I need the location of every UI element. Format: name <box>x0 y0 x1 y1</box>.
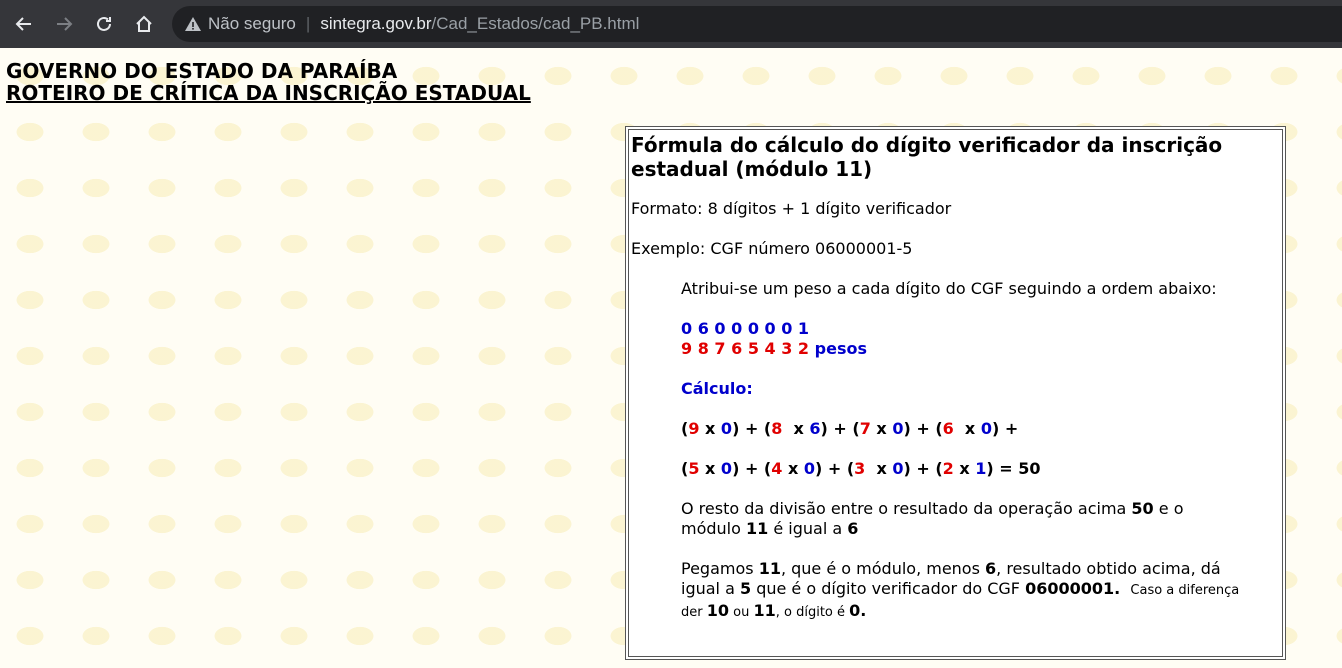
digits-sequence: 0 6 0 0 0 0 0 1 <box>681 319 810 338</box>
address-bar[interactable]: Não seguro | sintegra.gov.br/Cad_Estados… <box>172 6 1342 42</box>
browser-toolbar: Não seguro | sintegra.gov.br/Cad_Estados… <box>0 0 1342 48</box>
example-text: Exemplo: CGF número 06000001-5 <box>631 239 913 258</box>
weights-intro: Atribui-se um peso a cada dígito do CGF … <box>681 279 1217 298</box>
calc-line-2: (5 x 0) + (4 x 0) + (3 x 0) + (2 x 1) = … <box>681 459 1041 478</box>
formula-inner: Fórmula do cálculo do dígito verificador… <box>628 129 1283 657</box>
remainder-text: O resto da divisão entre o resultado da … <box>681 499 1184 538</box>
home-icon[interactable] <box>128 8 160 40</box>
weights-label: pesos <box>814 339 867 358</box>
page-header: GOVERNO DO ESTADO DA PARAÍBA ROTEIRO DE … <box>6 60 531 104</box>
page-subtitle: ROTEIRO DE CRÍTICA DA INSCRIÇÃO ESTADUAL <box>6 81 531 105</box>
format-text: Formato: 8 dígitos + 1 dígito verificado… <box>631 199 952 218</box>
weights-row: 9 8 7 6 5 4 3 2 pesos <box>681 339 1282 359</box>
insecure-label[interactable]: Não seguro <box>208 14 296 34</box>
digits-row: 0 6 0 0 0 0 0 1 <box>681 319 1282 339</box>
back-icon[interactable] <box>8 8 40 40</box>
calc-label: Cálculo: <box>681 379 753 398</box>
url-path: /Cad_Estados/cad_PB.html <box>431 14 640 33</box>
warning-icon[interactable] <box>184 15 202 33</box>
formula-box: Fórmula do cálculo do dígito verificador… <box>625 126 1286 660</box>
state-title: GOVERNO DO ESTADO DA PARAÍBA <box>6 59 398 83</box>
page-content: GOVERNO DO ESTADO DA PARAÍBA ROTEIRO DE … <box>0 48 1342 668</box>
reload-icon[interactable] <box>88 8 120 40</box>
weights-sequence: 9 8 7 6 5 4 3 2 <box>681 339 810 358</box>
calc-line-1: (9 x 0) + (8 x 6) + (7 x 0) + (6 x 0) + <box>681 419 1019 438</box>
url-host: sintegra.gov.br <box>320 14 432 33</box>
conclusion-text: Pegamos 11, que é o módulo, menos 6, res… <box>681 559 1240 620</box>
forward-icon[interactable] <box>48 8 80 40</box>
omnibox-separator: | <box>305 14 311 33</box>
formula-title: Fórmula do cálculo do dígito verificador… <box>631 133 1223 181</box>
